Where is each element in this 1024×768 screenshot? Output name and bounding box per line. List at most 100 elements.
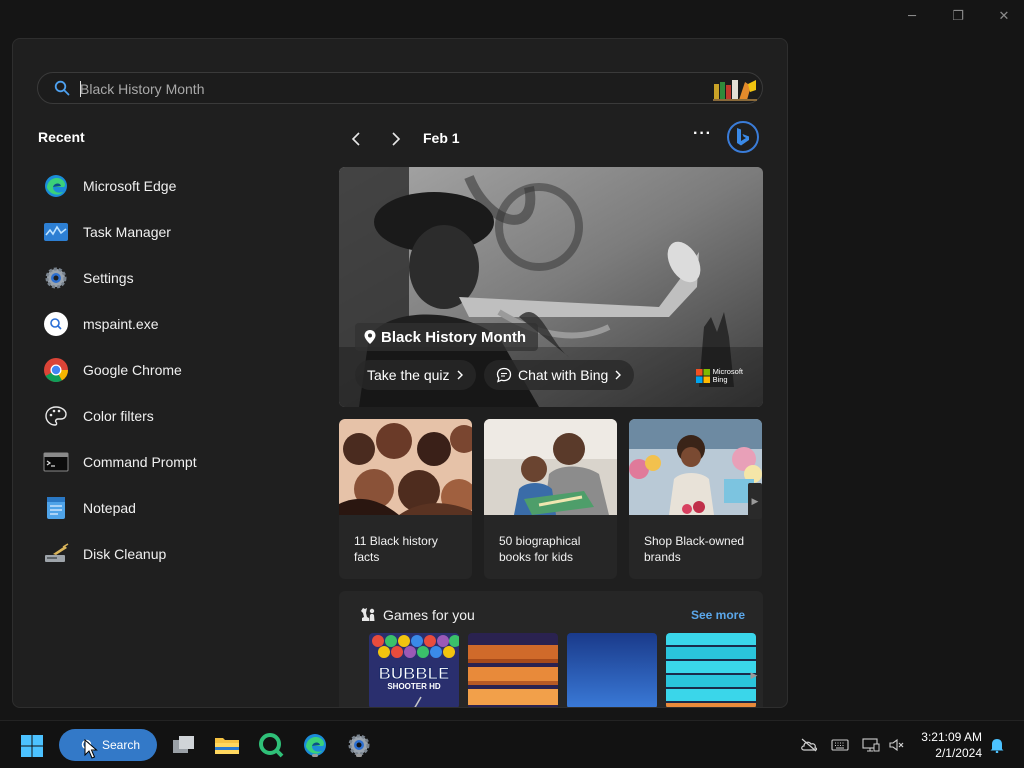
recent-list: Microsoft Edge Task Manager Settings msp… [43, 163, 303, 577]
take-quiz-label: Take the quiz [367, 367, 450, 383]
location-pin-icon [364, 330, 376, 344]
game-tile-blue[interactable] [567, 633, 657, 707]
recent-item-command-prompt[interactable]: Command Prompt [43, 439, 303, 485]
recent-item-label: Command Prompt [83, 454, 197, 470]
card-biographical-books[interactable]: 50 biographical books for kids [484, 419, 617, 579]
task-view-button[interactable] [170, 731, 198, 759]
cards-scroll-right-button[interactable]: ▶ [748, 483, 762, 519]
recent-item-disk-cleanup[interactable]: Disk Cleanup [43, 531, 303, 577]
taskbar-search-button[interactable]: Search [59, 729, 157, 761]
chevron-right-icon [615, 370, 622, 380]
recent-item-label: Color filters [83, 408, 154, 424]
desktop: ─ ❐ ✕ Recent [0, 0, 1024, 768]
recent-item-notepad[interactable]: Notepad [43, 485, 303, 531]
games-title: Games for you [383, 607, 475, 623]
previous-day-button[interactable] [345, 128, 367, 150]
card-black-history-facts[interactable]: 11 Black history facts [339, 419, 472, 579]
card-black-owned-brands[interactable]: Shop Black-owned brands [629, 419, 762, 579]
edge-icon [43, 173, 69, 199]
close-button[interactable]: ✕ [992, 6, 1016, 26]
see-more-link[interactable]: See more [691, 608, 745, 622]
game-title-line2: SHOOTER HD [387, 682, 441, 691]
keyboard-icon[interactable] [831, 737, 849, 753]
search-result-icon [43, 311, 69, 337]
take-quiz-button[interactable]: Take the quiz [355, 360, 476, 390]
microsoft-bing-brand: Microsoft Bing [695, 368, 743, 384]
recent-item-google-chrome[interactable]: Google Chrome [43, 347, 303, 393]
taskbar: Search 3:21:09 AM 2/1/2024 [0, 720, 1024, 768]
clock-time: 3:21:09 AM [921, 730, 982, 744]
recent-item-task-manager[interactable]: Task Manager [43, 209, 303, 255]
settings-gear-icon [43, 265, 69, 291]
disk-cleanup-icon [43, 541, 69, 567]
game-tile-cyan-stack[interactable] [666, 633, 756, 707]
windows-start-icon[interactable] [20, 734, 44, 758]
recent-item-settings[interactable]: Settings [43, 255, 303, 301]
search-box[interactable] [37, 72, 763, 104]
microsoft-logo-icon [695, 369, 710, 383]
games-section: Games for you See more BUBBLE SHOOTER HD [339, 591, 763, 707]
brand-line-bing: Bing [712, 375, 728, 384]
quicklook-app-button[interactable] [257, 731, 285, 759]
recent-item-label: Google Chrome [83, 362, 182, 378]
volume-muted-icon[interactable] [888, 737, 906, 753]
chevron-left-icon [351, 132, 360, 146]
search-input[interactable] [80, 78, 680, 100]
minimize-button[interactable]: ─ [900, 6, 924, 26]
settings-taskbar-button[interactable] [345, 731, 373, 759]
next-day-button[interactable] [385, 128, 407, 150]
recent-item-color-filters[interactable]: Color filters [43, 393, 303, 439]
bing-chat-button[interactable] [727, 121, 759, 153]
bubble-shooter-thumbnail: BUBBLE SHOOTER HD [369, 633, 459, 707]
chrome-icon [43, 357, 69, 383]
recent-item-label: Task Manager [83, 224, 171, 240]
notification-bell-icon[interactable] [988, 737, 1006, 753]
caret-right-icon: ▶ [750, 669, 758, 680]
highlight-date: Feb 1 [423, 130, 460, 146]
running-indicator [356, 754, 362, 757]
recent-item-mspaint[interactable]: mspaint.exe [43, 301, 303, 347]
hero-card[interactable]: Black History Month Take the quiz Chat w… [339, 167, 763, 407]
palette-icon [43, 403, 69, 429]
network-icon[interactable] [862, 737, 880, 753]
mouse-pointer-icon [84, 739, 98, 759]
chat-with-bing-label: Chat with Bing [518, 367, 609, 383]
caret-right-icon: ▶ [751, 495, 759, 506]
card-title: Shop Black-owned brands [644, 534, 745, 564]
onedrive-offline-icon[interactable] [800, 737, 818, 753]
reading-family-image [484, 419, 617, 515]
highlights-nav: Feb 1 ··· [343, 121, 763, 155]
chess-pieces-icon [361, 608, 375, 621]
games-scroll-right-button[interactable]: ▶ [747, 657, 761, 693]
game-title-line1: BUBBLE [379, 664, 450, 683]
bing-logo-icon [737, 128, 749, 146]
illustrated-faces-image [339, 419, 472, 515]
chevron-right-icon [457, 370, 463, 380]
system-clock[interactable]: 3:21:09 AM 2/1/2024 [916, 729, 982, 761]
running-indicator [312, 754, 318, 757]
game-tile-stack[interactable] [468, 633, 558, 707]
card-title: 50 biographical books for kids [499, 534, 581, 564]
game-tile-bubble-shooter[interactable]: BUBBLE SHOOTER HD [369, 633, 459, 707]
notepad-icon [43, 495, 69, 521]
cyan-stack-thumbnail [666, 633, 756, 707]
blue-game-thumbnail [567, 633, 657, 707]
taskbar-search-label: Search [102, 738, 141, 752]
window-controls: ─ ❐ ✕ [900, 6, 1016, 26]
more-options-button[interactable]: ··· [693, 125, 712, 143]
recent-item-label: Microsoft Edge [83, 178, 177, 194]
stack-game-thumbnail [468, 633, 558, 707]
search-panel: Recent Microsoft Edge [12, 38, 788, 708]
recent-item-microsoft-edge[interactable]: Microsoft Edge [43, 163, 303, 209]
restore-button[interactable]: ❐ [946, 6, 970, 26]
recent-item-label: Notepad [83, 500, 136, 516]
books-illustration-icon [713, 80, 757, 101]
search-icon [54, 80, 70, 96]
card-title: 11 Black history facts [354, 534, 438, 564]
edge-taskbar-button[interactable] [301, 731, 329, 759]
file-explorer-button[interactable] [213, 731, 241, 759]
folder-icon [215, 738, 239, 754]
chat-with-bing-button[interactable]: Chat with Bing [484, 360, 635, 390]
hero-location-tag: Black History Month [355, 323, 539, 351]
florist-shop-image [629, 419, 762, 515]
